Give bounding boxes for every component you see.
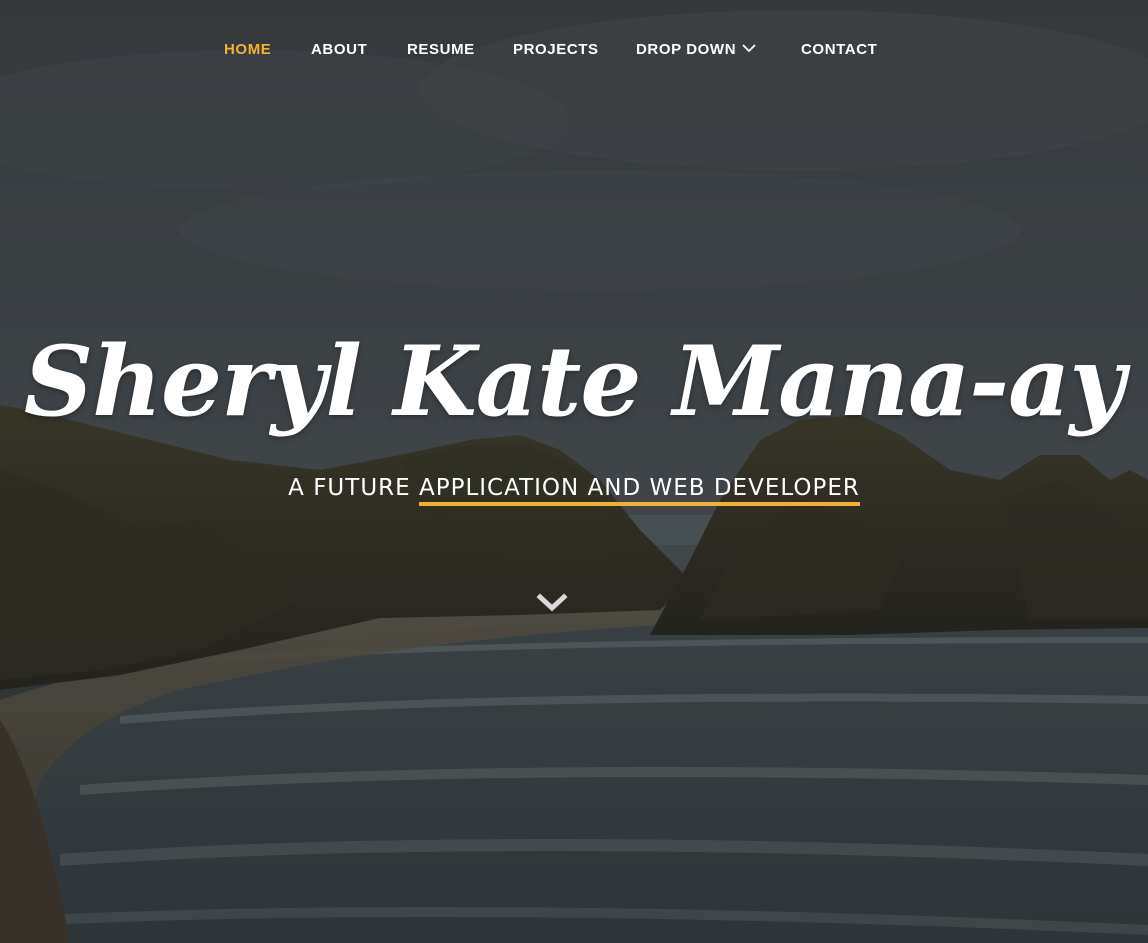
- hero-subtitle: A FUTURE APPLICATION AND WEB DEVELOPER: [0, 472, 1148, 506]
- nav-item-projects[interactable]: PROJECTS: [513, 36, 599, 64]
- nav-item-contact[interactable]: CONTACT: [801, 36, 877, 64]
- chevron-down-icon: [536, 593, 568, 612]
- scroll-down-button[interactable]: [536, 590, 568, 618]
- main-navigation: HOME ABOUT RESUME PROJECTS DROP DOWN CON…: [0, 36, 1148, 64]
- nav-item-home[interactable]: HOME: [224, 36, 271, 64]
- chevron-down-icon: [742, 35, 756, 63]
- nav-item-drop-down-label: DROP DOWN: [636, 41, 737, 58]
- hero-section: HOME ABOUT RESUME PROJECTS DROP DOWN CON…: [0, 0, 1148, 943]
- nav-item-about[interactable]: ABOUT: [311, 36, 367, 64]
- nav-item-resume[interactable]: RESUME: [407, 36, 475, 64]
- hero-title: Sheryl Kate Mana-ay: [23, 325, 1125, 438]
- hero-subtitle-highlight: APPLICATION AND WEB DEVELOPER: [418, 475, 860, 506]
- hero-subtitle-prefix: A FUTURE: [288, 475, 411, 501]
- nav-item-drop-down[interactable]: DROP DOWN: [636, 36, 756, 64]
